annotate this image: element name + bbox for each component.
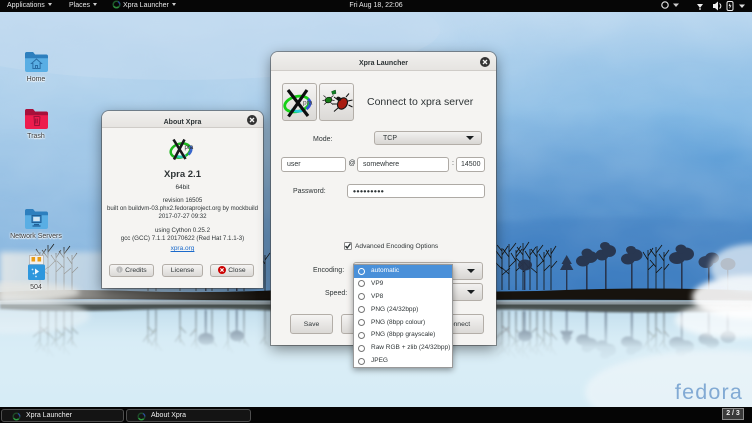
svg-text:i: i: [119, 267, 120, 273]
svg-text:pra: pra: [303, 100, 313, 107]
svg-text:pra: pra: [184, 145, 193, 151]
svg-text:fedora: fedora: [675, 380, 743, 404]
